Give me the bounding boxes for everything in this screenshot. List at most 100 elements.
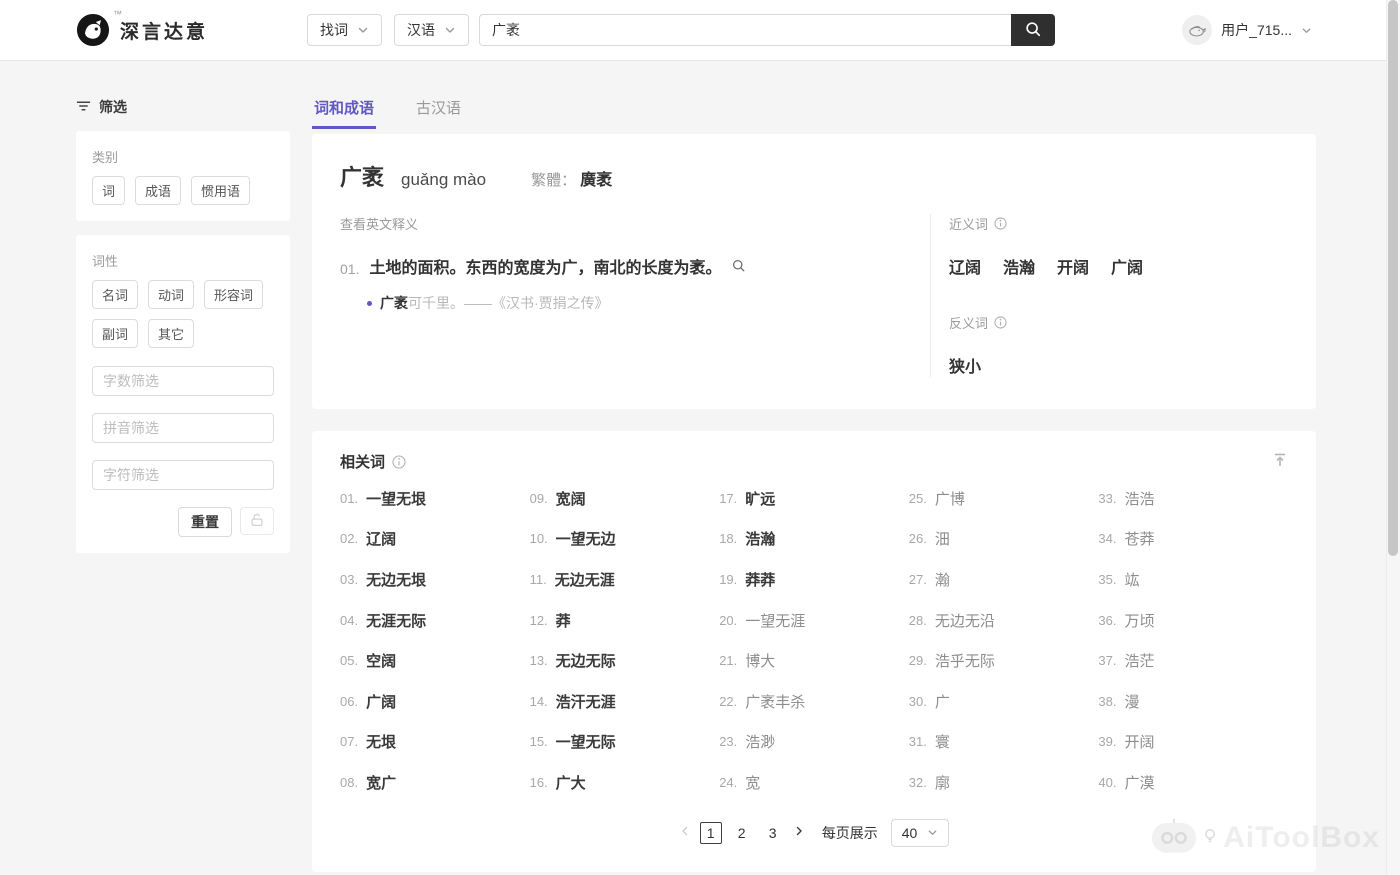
related-word[interactable]: 漫 — [1124, 691, 1139, 712]
pos-chip[interactable]: 名词 — [92, 280, 138, 309]
search-input[interactable] — [479, 14, 1011, 46]
next-page-button[interactable] — [793, 825, 805, 840]
pos-chip[interactable]: 其它 — [148, 319, 194, 348]
brand[interactable]: ™ 深言达意 — [76, 13, 208, 47]
pos-chip[interactable]: 副词 — [92, 319, 138, 348]
synonym-word[interactable]: 辽阔 — [949, 254, 981, 278]
category-chip[interactable]: 成语 — [135, 176, 181, 205]
related-word[interactable]: 旷远 — [745, 488, 775, 509]
related-word[interactable]: 博大 — [745, 650, 775, 671]
user-menu[interactable]: 用户_715... — [1182, 15, 1312, 45]
related-word[interactable]: 万顷 — [1124, 610, 1154, 631]
back-to-top-button[interactable] — [1272, 452, 1288, 471]
related-word[interactable]: 广大 — [556, 772, 586, 793]
related-word[interactable]: 广阔 — [366, 691, 396, 712]
related-word[interactable]: 一望无际 — [556, 731, 616, 752]
previous-page-button[interactable] — [679, 825, 691, 840]
related-word[interactable]: 一望无边 — [556, 528, 616, 549]
reset-button[interactable]: 重置 — [178, 507, 232, 537]
align-top-icon — [1272, 452, 1288, 471]
related-word-index: 09. — [530, 491, 548, 506]
related-word[interactable]: 辽阔 — [366, 528, 396, 549]
related-word[interactable]: 苍莽 — [1124, 528, 1154, 549]
related-word[interactable]: 无边无沿 — [935, 610, 995, 631]
word-body: 查看英文释义 01. 土地的面积。东西的宽度为广，南北的长度为袤。 广袤可千里。… — [340, 214, 1288, 377]
page-number-button[interactable]: 3 — [762, 822, 784, 844]
related-header: 相关词 — [340, 451, 1288, 472]
mode-select[interactable]: 找词 — [307, 14, 382, 46]
search-controls: 找词 汉语 — [307, 14, 1055, 46]
lock-button[interactable] — [240, 507, 274, 535]
related-word-item: 06. 广阔 — [340, 691, 530, 712]
related-word[interactable]: 广博 — [935, 488, 965, 509]
synonym-word[interactable]: 开阔 — [1057, 254, 1089, 278]
antonyms-label: 反义词 — [949, 313, 988, 332]
related-word[interactable]: 一望无涯 — [745, 610, 805, 631]
related-word-index: 03. — [340, 572, 358, 587]
related-word[interactable]: 广 — [935, 691, 950, 712]
related-word[interactable]: 浩瀚 — [745, 528, 775, 549]
synonym-word[interactable]: 广阔 — [1111, 254, 1143, 278]
search-button[interactable] — [1011, 14, 1055, 46]
related-word[interactable]: 浩汗无涯 — [556, 691, 616, 712]
related-word[interactable]: 广漠 — [1124, 772, 1154, 793]
related-word[interactable]: 宽广 — [366, 772, 396, 793]
page-number-button[interactable]: 2 — [731, 822, 753, 844]
definition-search-button[interactable] — [731, 258, 746, 276]
related-word[interactable]: 浩浩 — [1124, 488, 1154, 509]
chevron-left-icon — [679, 825, 691, 840]
related-word[interactable]: 广袤丰杀 — [745, 691, 805, 712]
pinyin-filter-input[interactable] — [92, 413, 274, 443]
language-select[interactable]: 汉语 — [394, 14, 469, 46]
page-number-button[interactable]: 1 — [700, 822, 722, 844]
synonym-word[interactable]: 浩瀚 — [1003, 254, 1035, 278]
robot-chat-icon[interactable] — [1151, 817, 1197, 859]
category-chip[interactable]: 词 — [92, 176, 125, 205]
definition-text: 土地的面积。东西的宽度为广，南北的长度为袤。 — [369, 258, 721, 280]
related-word[interactable]: 无边无际 — [556, 650, 616, 671]
related-word[interactable]: 浩渺 — [745, 731, 775, 752]
tab[interactable]: 古汉语 — [414, 97, 463, 129]
pos-chip[interactable]: 动词 — [148, 280, 194, 309]
related-word[interactable]: 莽 — [556, 610, 571, 631]
related-word[interactable]: 开阔 — [1124, 731, 1154, 752]
related-word[interactable]: 宽 — [745, 772, 760, 793]
pos-chip[interactable]: 形容词 — [204, 280, 263, 309]
related-word[interactable]: 无边无垠 — [366, 569, 426, 590]
related-word[interactable]: 寰 — [935, 731, 950, 752]
related-word[interactable]: 无边无涯 — [555, 569, 615, 590]
category-chip[interactable]: 惯用语 — [191, 176, 250, 205]
english-definition-link[interactable]: 查看英文释义 — [340, 214, 418, 233]
definition-row: 01. 土地的面积。东西的宽度为广，南北的长度为袤。 — [340, 258, 906, 280]
info-circle-icon[interactable] — [994, 316, 1007, 329]
page-size-label: 每页展示 — [822, 823, 878, 843]
related-word[interactable]: 无垠 — [366, 731, 396, 752]
related-word[interactable]: 空阔 — [366, 650, 396, 671]
related-word-item: 32. 廓 — [909, 772, 1099, 793]
related-word[interactable]: 廓 — [935, 772, 950, 793]
related-word[interactable]: 宽阔 — [556, 488, 586, 509]
related-word[interactable]: 莽莽 — [745, 569, 775, 590]
related-word[interactable]: 沺 — [935, 528, 950, 549]
info-circle-icon[interactable] — [392, 455, 406, 469]
antonym-word[interactable]: 狭小 — [949, 353, 981, 377]
tab[interactable]: 词和成语 — [312, 97, 376, 129]
info-circle-icon[interactable] — [994, 217, 1007, 230]
related-word-item: 39. 开阔 — [1098, 731, 1288, 752]
related-word-index: 23. — [719, 734, 737, 749]
scrollbar-track — [1386, 0, 1400, 875]
related-word-item: 30. 广 — [909, 691, 1099, 712]
page-size-select[interactable]: 40 — [891, 819, 950, 847]
related-word[interactable]: 一望无垠 — [366, 488, 426, 509]
scrollbar-thumb[interactable] — [1388, 0, 1398, 556]
related-word[interactable]: 瀚 — [935, 569, 950, 590]
related-word-index: 38. — [1098, 694, 1116, 709]
related-word[interactable]: 浩茫 — [1124, 650, 1154, 671]
synonyms-label: 近义词 — [949, 214, 988, 233]
related-word[interactable]: 竑 — [1124, 569, 1139, 590]
example-headword: 广袤 — [380, 295, 408, 311]
char-count-filter-input[interactable] — [92, 366, 274, 396]
related-word[interactable]: 浩乎无际 — [935, 650, 995, 671]
related-word[interactable]: 无涯无际 — [366, 610, 426, 631]
character-filter-input[interactable] — [92, 460, 274, 490]
